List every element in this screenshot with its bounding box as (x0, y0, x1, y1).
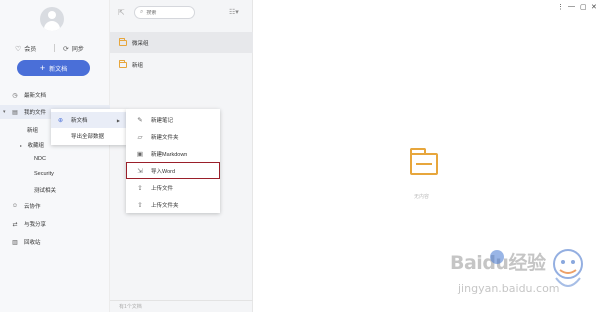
submenu-label: 新建Markdown (151, 151, 188, 158)
context-menu: ⊕ 新文档 ▶ 导出全部数据 (51, 109, 127, 145)
sidebar-item-trash[interactable]: ▥ 回收站 (0, 235, 110, 249)
tree-item-new-group[interactable]: 新组 (27, 126, 38, 134)
context-menu-label: 新文档 (71, 118, 88, 124)
tree-item-label: 收藏组 (27, 143, 45, 149)
submenu-label: 导入Word (151, 168, 176, 175)
submenu-item-new-note[interactable]: ✎ 新建笔记 (126, 111, 220, 128)
list-count-text: 有1个文档 (119, 304, 142, 310)
submenu-item-import-word[interactable]: ⇲ 导入Word (126, 162, 220, 179)
upload-file-icon: ⇪ (137, 184, 143, 192)
folder-name: 新组 (132, 62, 144, 69)
context-menu-item-export-all[interactable]: 导出全部数据 (51, 128, 127, 144)
mascot-icon (553, 249, 583, 287)
submenu-item-upload-file[interactable]: ⇪ 上传文件 (126, 179, 220, 196)
context-menu-item-new-document[interactable]: ⊕ 新文档 ▶ (51, 112, 127, 128)
clock-icon: ◷ (12, 92, 18, 99)
view-mode-icon[interactable]: ☷▾ (229, 8, 239, 16)
list-item-folder-new[interactable]: 新组 (110, 54, 253, 75)
sidebar-item-collab[interactable]: ☺ 云协作 (0, 199, 110, 213)
tree-item-label: 新组 (27, 128, 39, 134)
sidebar-item-label: 最新文档 (24, 93, 47, 99)
people-icon: ☺ (11, 203, 19, 209)
chevron-right-icon: ▸ (20, 143, 23, 148)
add-circle-icon: ⊕ (58, 117, 64, 124)
baidu-watermark: Baidu经验 jingyan.baidu.com (446, 240, 596, 310)
close-icon[interactable]: ✕ (591, 3, 597, 11)
sync-icon: ⟳ (63, 45, 69, 53)
sidebar-item-shared[interactable]: ⇄ 与我分享 (0, 217, 110, 231)
plus-icon: + (39, 62, 46, 73)
tree-item-collected[interactable]: ▸ 收藏组 (20, 141, 44, 149)
sidebar-item-recent[interactable]: ◷ 最新文档 (0, 88, 110, 102)
context-menu-label: 导出全部数据 (71, 134, 105, 140)
chevron-down-icon: ▾ (3, 109, 6, 115)
submenu-label: 新建文件夹 (151, 134, 179, 141)
tree-item-label: 测试相关 (34, 188, 57, 194)
member-label: 会员 (24, 47, 37, 53)
avatar[interactable] (40, 7, 64, 31)
trash-icon: ▥ (12, 239, 18, 246)
folder-add-icon: ▱ (137, 133, 143, 141)
folder-icon (119, 59, 127, 68)
sidebar: ♡ 会员 ⟳ 同步 + 新文档 ◷ 最新文档 ▾ ▤ 我的文件 新组 ▸ 收藏组… (0, 0, 110, 312)
chevron-right-icon: ▶ (116, 117, 120, 123)
sidebar-item-label: 回收站 (24, 240, 41, 246)
member-button[interactable]: ♡ 会员 (15, 44, 37, 54)
sidebar-item-label: 云协作 (24, 204, 41, 210)
new-document-submenu: ✎ 新建笔记 ▱ 新建文件夹 ▣ 新建Markdown ⇲ 导入Word ⇪ 上… (126, 109, 220, 213)
member-icon: ♡ (15, 45, 22, 53)
sidebar-item-label: 我的文件 (24, 110, 47, 116)
maximize-icon[interactable]: ▢ (580, 3, 587, 11)
list-item-folder-collected[interactable]: 微采组 (110, 32, 253, 53)
baidu-paw-icon (490, 250, 504, 264)
back-icon[interactable]: ⇱ (118, 8, 125, 17)
upload-folder-icon: ⇧ (137, 201, 143, 209)
folder-icon: ▤ (12, 109, 18, 116)
avatar-head-shape (48, 11, 56, 19)
list-footer: 有1个文档 (110, 300, 253, 312)
tree-item-label: Security (34, 171, 54, 177)
sync-button[interactable]: ⟳ 同步 (63, 44, 84, 54)
markdown-icon: ▣ (136, 150, 144, 158)
more-options-icon[interactable]: ⋮ (557, 3, 564, 11)
quick-divider (54, 44, 55, 52)
tree-item-label: NDC (34, 156, 46, 162)
folder-icon (119, 37, 127, 46)
share-icon: ⇄ (12, 221, 18, 228)
search-icon: ⌕ (140, 9, 144, 15)
submenu-item-new-folder[interactable]: ▱ 新建文件夹 (126, 128, 220, 145)
sidebar-item-label: 与我分享 (24, 222, 47, 228)
note-icon: ✎ (137, 116, 143, 124)
search-box[interactable]: ⌕ (134, 6, 195, 19)
sync-label: 同步 (71, 47, 84, 53)
tree-item-security[interactable]: Security (34, 171, 54, 177)
tree-item-ndc[interactable]: NDC (34, 156, 46, 162)
search-input[interactable] (146, 9, 187, 16)
empty-state-text: 无内容 (414, 194, 430, 200)
tree-item-testing[interactable]: 测试相关 (34, 186, 56, 194)
new-document-button[interactable]: + 新文档 (17, 60, 90, 76)
empty-folder-icon (410, 148, 438, 175)
new-document-label: 新文档 (49, 66, 68, 73)
submenu-item-new-markdown[interactable]: ▣ 新建Markdown (126, 145, 220, 162)
submenu-label: 新建笔记 (151, 117, 174, 124)
submenu-label: 上传文件夹 (151, 202, 179, 209)
avatar-body-shape (44, 21, 60, 31)
minimize-icon[interactable]: — (568, 3, 575, 10)
import-word-icon: ⇲ (137, 167, 143, 175)
submenu-label: 上传文件 (151, 185, 174, 192)
submenu-item-upload-folder[interactable]: ⇧ 上传文件夹 (126, 196, 220, 213)
folder-name: 微采组 (132, 40, 149, 47)
